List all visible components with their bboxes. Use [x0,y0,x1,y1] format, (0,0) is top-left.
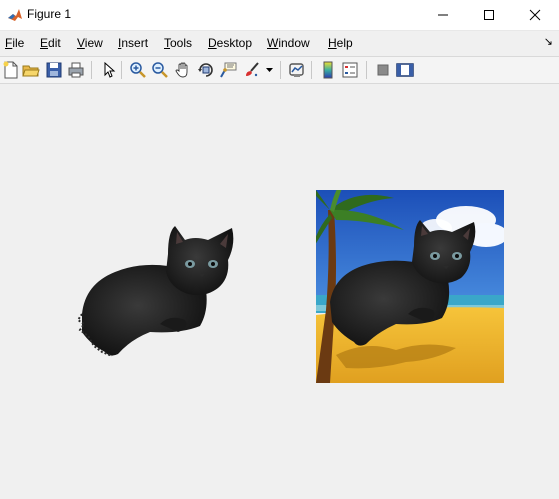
menu-view-mnemonic: V [77,36,85,50]
menu-file-label: ile [12,36,25,50]
menu-help[interactable]: Help [328,36,353,50]
brush-button[interactable] [242,60,262,80]
toolbar-separator [311,61,312,79]
menu-view[interactable]: View [77,36,103,50]
edit-pointer-icon [104,61,116,78]
data-cursor-button[interactable] [218,60,238,80]
window-title: Figure 1 [27,7,72,21]
insert-colorbar-button[interactable] [318,60,338,80]
menu-desktop-label: esktop [216,36,253,50]
menu-window[interactable]: Window [267,36,310,50]
colorbar-icon [323,61,333,79]
legend-icon [342,62,358,78]
brush-icon [246,62,259,77]
open-file-icon [22,65,40,77]
insert-legend-button[interactable] [340,60,360,80]
menu-edit-mnemonic: E [40,36,49,50]
save-icon [46,62,62,78]
menu-tools[interactable]: Tools [164,36,192,50]
maximize-button[interactable] [466,0,511,30]
zoom-out-icon [152,62,168,78]
brush-dropdown-icon[interactable] [266,68,273,73]
minimize-button[interactable] [420,0,465,30]
toolbar-separator [280,61,281,79]
zoom-in-button[interactable] [128,60,148,80]
menu-desktop-mnemonic: D [208,36,217,50]
menu-window-label: indow [278,36,310,50]
menu-help-mnemonic: H [328,36,337,50]
figure-toolbar [0,56,559,84]
cat-cutout-image [76,226,234,357]
link-plot-icon [289,63,304,77]
menu-view-label: iew [84,36,103,50]
menu-tools-label: ools [170,36,193,50]
menu-desktop[interactable]: Desktop [208,36,252,50]
close-button[interactable] [512,0,557,30]
new-figure-button[interactable] [1,60,21,80]
zoom-out-button[interactable] [150,60,170,80]
show-plot-tools-button[interactable] [395,60,415,80]
data-cursor-icon [220,62,237,78]
hide-plot-tools-icon [377,64,389,76]
menu-edit-label: dit [48,36,61,50]
menu-window-mnemonic: W [267,36,279,50]
title-bar: Figure 1 [0,0,559,31]
menu-bar: File Edit View Insert Tools Desktop Wind… [0,31,559,53]
menu-help-label: elp [336,36,353,50]
menu-edit[interactable]: Edit [40,36,61,50]
close-icon [529,9,541,21]
show-plot-tools-icon [396,63,414,77]
menu-insert[interactable]: Insert [118,36,148,50]
print-icon [68,62,84,78]
rotate-3d-icon [198,63,213,77]
menu-file[interactable]: File [5,36,24,50]
toolbar-separator [121,61,122,79]
zoom-in-icon [130,62,146,78]
toolbar-separator [366,61,367,79]
hide-plot-tools-button[interactable] [373,60,393,80]
maximize-icon [484,10,494,20]
toolbar-separator [91,61,92,79]
rotate-3d-button[interactable] [196,60,216,80]
minimize-icon [438,14,448,16]
edit-plot-button[interactable] [98,60,118,80]
matlab-logo-icon [7,7,23,23]
menu-insert-label: nsert [121,36,149,50]
pan-hand-icon [175,62,188,78]
new-figure-icon [3,61,18,79]
pan-button[interactable] [173,60,193,80]
save-button[interactable] [44,60,64,80]
link-plot-button[interactable] [287,60,307,80]
figure-canvas[interactable] [0,84,559,499]
beach-composite-image [316,190,504,383]
print-button[interactable] [66,60,86,80]
open-file-button[interactable] [21,60,41,80]
menu-overflow-arrow-icon[interactable]: ↘ [544,35,553,48]
